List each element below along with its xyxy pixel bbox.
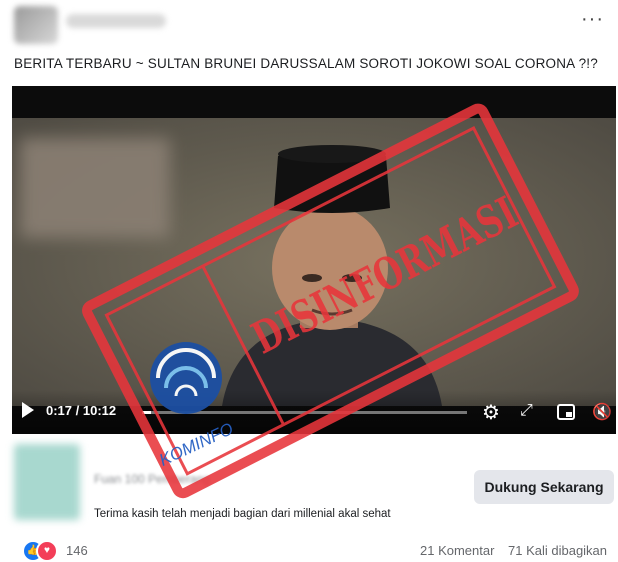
thanks-text: Terima kasih telah menjadi bagian dari m… [94, 508, 391, 520]
comment-count-link[interactable]: 21 Komentar [420, 543, 494, 558]
play-icon[interactable] [22, 402, 34, 418]
more-options-icon[interactable]: ··· [581, 9, 604, 29]
support-now-button[interactable]: Dukung Sekarang [474, 470, 614, 504]
fullscreen-expand-icon[interactable]: ⤢ [520, 402, 533, 420]
picture-in-picture-icon[interactable] [557, 404, 575, 420]
author-name-blurred[interactable] [66, 14, 166, 28]
video-progress-fill [142, 411, 151, 414]
blurred-channel-logo [20, 138, 170, 238]
video-time: 0:17 / 10:12 [46, 403, 117, 418]
love-reaction-icon: ♥ [36, 540, 58, 562]
reaction-count[interactable]: 146 [66, 543, 88, 558]
page-name-blurred: Fuan 100 Pemberang [94, 472, 211, 486]
reaction-icons[interactable]: 👍 ♥ [22, 540, 66, 562]
facebook-post: ··· BERITA TERBARU ~ SULTAN BRUNEI DARUS… [0, 0, 618, 562]
settings-gear-icon[interactable]: ⚙ [482, 400, 500, 425]
post-text: BERITA TERBARU ~ SULTAN BRUNEI DARUSSALA… [14, 56, 598, 71]
mute-icon[interactable]: 🔇 [592, 402, 612, 422]
video-player[interactable]: 0:17 / 10:12 ⚙ ⤢ 🔇 [12, 86, 616, 434]
video-frame[interactable] [12, 118, 616, 406]
page-thumbnail-blurred[interactable] [14, 444, 80, 520]
author-avatar-blurred[interactable] [14, 6, 58, 44]
video-progress-bar[interactable] [142, 411, 467, 414]
video-controls: 0:17 / 10:12 ⚙ ⤢ 🔇 [12, 390, 616, 434]
share-count-link[interactable]: 71 Kali dibagikan [508, 543, 607, 558]
